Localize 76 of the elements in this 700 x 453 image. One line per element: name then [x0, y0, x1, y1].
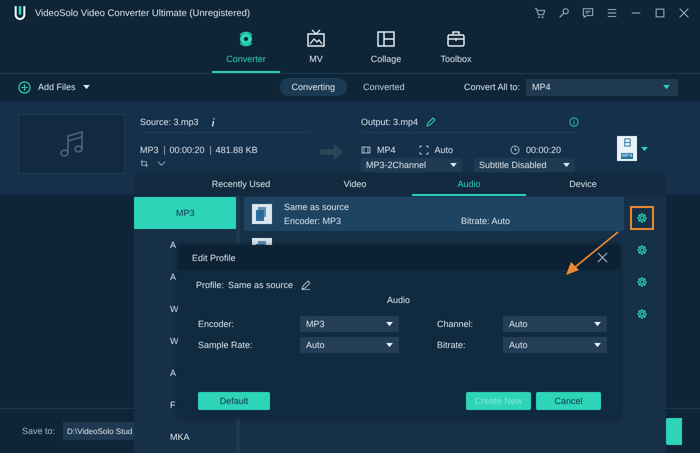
film-icon: [361, 145, 371, 155]
plus-icon: [18, 80, 31, 94]
logo-icon: [14, 5, 26, 21]
field-label: Encoder:: [198, 319, 236, 329]
toolbox-icon: [446, 29, 466, 49]
view-tab[interactable]: Converting: [280, 78, 348, 96]
format-tab[interactable]: Device: [526, 173, 640, 196]
gear-icon: [636, 308, 648, 320]
dropdown[interactable]: Auto: [300, 337, 399, 353]
caret-icon: [594, 322, 601, 326]
caret-icon[interactable]: [641, 147, 648, 152]
audio-track-dropdown[interactable]: MP3-2Channel: [361, 158, 462, 172]
pencil-icon[interactable]: [301, 280, 312, 290]
profile-label: Profile:: [196, 280, 224, 290]
output-resolution: Auto: [434, 145, 454, 155]
cart-icon[interactable]: [534, 7, 546, 19]
profile-name: Same as source: [228, 280, 294, 290]
caret-icon: [386, 342, 393, 348]
dropdown[interactable]: Auto: [503, 316, 607, 332]
feedback-icon[interactable]: [582, 7, 594, 19]
add-files-button[interactable]: Add Files: [18, 80, 90, 94]
arrow-right-icon: [319, 143, 345, 161]
tv-icon: [306, 29, 326, 49]
nav-tab[interactable]: Converter: [212, 26, 280, 73]
output-duration: 00:00:20: [526, 145, 561, 155]
dialog-button[interactable]: Cancel: [536, 392, 601, 410]
clock-icon: [510, 145, 520, 155]
field-label: Bitrate:: [437, 340, 467, 350]
caret-icon: [450, 162, 457, 168]
caret-icon: [82, 84, 90, 90]
caret-icon: [386, 322, 393, 326]
field-label: Channel:: [437, 319, 474, 329]
gear-icon: [636, 212, 648, 224]
source-format: MP3: [140, 145, 159, 155]
caret-icon: [594, 342, 601, 348]
maximize-icon[interactable]: [654, 7, 666, 19]
convert-all-dropdown[interactable]: MP4: [526, 78, 678, 96]
subtitle-dropdown[interactable]: Subtitle Disabled: [474, 158, 575, 172]
format-tab[interactable]: Video: [298, 173, 412, 196]
gear-icon: [636, 276, 648, 288]
layout-icon: [376, 29, 396, 49]
window-title: VideoSolo Video Converter Ultimate (Unregistered): [35, 8, 250, 18]
menu-icon[interactable]: [606, 7, 618, 19]
view-tab[interactable]: Converted: [351, 78, 417, 96]
close-icon[interactable]: [597, 252, 608, 263]
section-heading: Audio: [386, 295, 410, 305]
gear-button[interactable]: [630, 206, 654, 230]
dialog-button[interactable]: Default: [198, 392, 270, 410]
output-name: Output: 3.mp4: [361, 117, 418, 127]
convert-all-label: Convert All to:: [464, 82, 520, 92]
info-circle-icon[interactable]: [569, 117, 579, 127]
nav-tab[interactable]: Collage: [360, 26, 412, 73]
source-size: 481.88 KB: [216, 145, 258, 155]
source-name: Source: 3.mp3: [140, 117, 199, 127]
source-duration: 00:00:20: [170, 145, 205, 155]
chevron-down-icon[interactable]: [157, 159, 166, 168]
dropdown[interactable]: Auto: [503, 337, 607, 353]
format-tab[interactable]: Recently Used: [184, 173, 298, 196]
cut-icon[interactable]: [140, 159, 149, 168]
nav-tab[interactable]: MV: [290, 26, 342, 73]
field-label: Sample Rate:: [198, 340, 254, 350]
format-category[interactable]: MP3: [134, 197, 236, 229]
gear-icon: [636, 244, 648, 256]
profile-row[interactable]: Same as source Encoder: MP3 Bitrate: Auto: [244, 197, 624, 231]
save-to-label: Save to:: [22, 426, 56, 436]
dialog-title: Edit Profile: [192, 252, 236, 262]
pencil-icon[interactable]: [426, 117, 436, 127]
nav-tab[interactable]: Toolbox: [430, 26, 482, 73]
resize-icon: [418, 145, 429, 155]
caret-icon: [663, 84, 670, 90]
close-icon[interactable]: [678, 7, 690, 19]
output-format: MP4: [377, 145, 396, 155]
dropdown[interactable]: MP3: [300, 316, 399, 332]
convert-all-button[interactable]: [666, 418, 682, 444]
info-icon[interactable]: [210, 117, 216, 127]
caret-icon: [563, 162, 570, 168]
